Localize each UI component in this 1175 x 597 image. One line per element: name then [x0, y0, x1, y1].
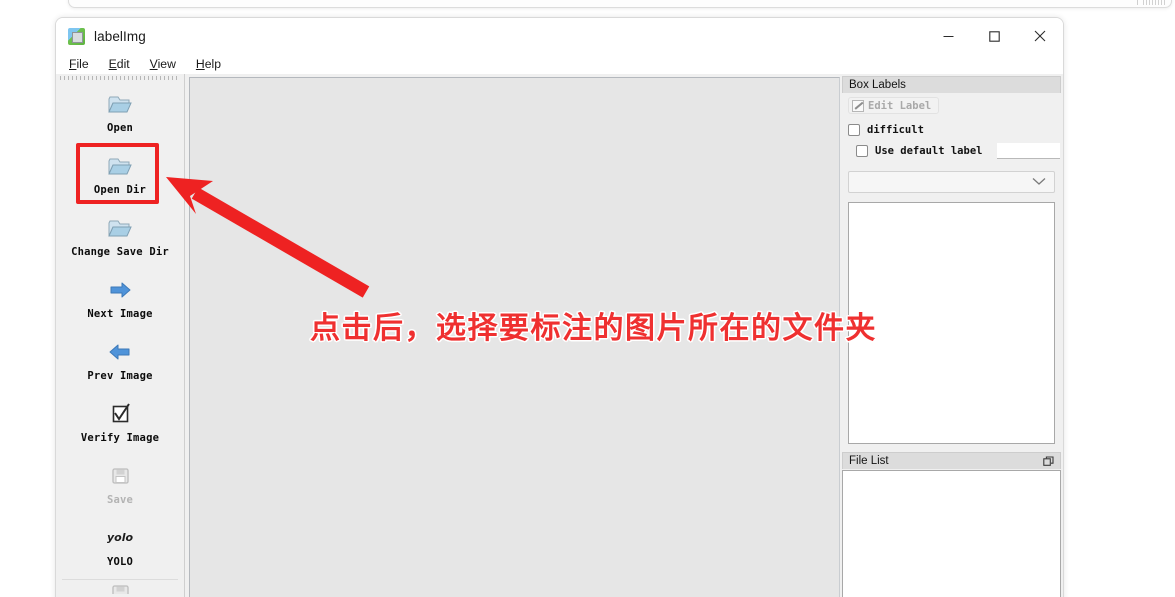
- right-dock: Box Labels Edit Label difficult Use defa…: [840, 74, 1063, 597]
- toolbar-item-change-save-dir[interactable]: Change Save Dir: [56, 205, 184, 267]
- default-label-input[interactable]: [997, 142, 1061, 159]
- toolbar-label-yolo: YOLO: [106, 555, 134, 568]
- menu-help[interactable]: Help: [195, 57, 222, 71]
- background-window-separator: [1137, 0, 1138, 5]
- pencil-icon: [852, 99, 864, 112]
- toolbar-item-partial[interactable]: [56, 580, 184, 597]
- left-toolbar: Open Open Dir Change Save Dir Next Image…: [56, 74, 185, 597]
- floppy-disk-icon: [106, 463, 134, 489]
- box-labels-title-text: Box Labels: [849, 79, 906, 91]
- toolbar-label-open: Open: [106, 121, 134, 134]
- toolbar-label-next-image: Next Image: [87, 307, 153, 320]
- menu-bar: File Edit View Help: [56, 54, 1063, 74]
- file-list-title-text: File List: [849, 454, 889, 467]
- title-bar: labelImg: [56, 18, 1063, 54]
- labelimg-window: labelImg File Edit View Help Open Open D…: [55, 17, 1064, 597]
- floppy-disk-icon: [106, 580, 134, 597]
- image-canvas[interactable]: [189, 77, 840, 597]
- toolbar-item-open[interactable]: Open: [56, 81, 184, 143]
- menu-file[interactable]: File: [68, 57, 90, 71]
- open-folder-icon: [106, 91, 134, 117]
- toolbar-label-change-save-dir: Change Save Dir: [71, 245, 169, 258]
- use-default-label-row[interactable]: Use default label: [856, 142, 1061, 159]
- toolbar-drag-handle[interactable]: [60, 76, 178, 80]
- chevron-down-icon: [1032, 173, 1046, 191]
- background-window-edge: [68, 0, 1172, 8]
- use-default-label-text: Use default label: [875, 144, 983, 157]
- label-combo-box[interactable]: [848, 170, 1055, 193]
- box-labels-panel-body: Edit Label difficult Use default label: [842, 93, 1061, 444]
- background-window-grip: [1143, 0, 1165, 5]
- minimize-icon[interactable]: [925, 18, 971, 54]
- open-folder-icon: [106, 215, 134, 241]
- toolbar-label-save: Save: [106, 493, 134, 506]
- arrow-right-icon: [106, 277, 134, 303]
- label-list[interactable]: [848, 201, 1055, 444]
- canvas-area[interactable]: [185, 74, 840, 597]
- close-icon[interactable]: [1017, 18, 1063, 54]
- maximize-icon[interactable]: [971, 18, 1017, 54]
- toolbar-label-open-dir: Open Dir: [93, 183, 147, 196]
- arrow-left-icon: [106, 339, 134, 365]
- screen: labelImg File Edit View Help Open Open D…: [0, 0, 1175, 597]
- difficult-label: difficult: [867, 123, 924, 136]
- toolbar-item-verify-image[interactable]: Verify Image: [56, 391, 184, 453]
- window-title: labelImg: [94, 28, 146, 44]
- menu-edit[interactable]: Edit: [108, 57, 131, 71]
- undock-icon[interactable]: [1043, 455, 1054, 470]
- file-list[interactable]: [842, 469, 1061, 597]
- toolbar-item-next-image[interactable]: Next Image: [56, 267, 184, 329]
- use-default-label-checkbox[interactable]: [856, 144, 868, 157]
- toolbar-label-verify-image: Verify Image: [80, 431, 160, 444]
- yolo-format-icon: yolo: [106, 530, 134, 544]
- checkbox-checked-icon: [106, 401, 134, 427]
- box-labels-panel-title: Box Labels: [842, 76, 1061, 93]
- app-body: Open Open Dir Change Save Dir Next Image…: [56, 74, 1063, 597]
- window-controls: [925, 18, 1063, 54]
- toolbar-item-save[interactable]: Save: [56, 453, 184, 515]
- toolbar-label-prev-image: Prev Image: [87, 369, 153, 382]
- difficult-checkbox-row[interactable]: difficult: [848, 123, 1055, 136]
- menu-view[interactable]: View: [149, 57, 177, 71]
- toolbar-item-prev-image[interactable]: Prev Image: [56, 329, 184, 391]
- edit-label-button-text: Edit Label: [868, 99, 932, 112]
- open-folder-icon: [106, 153, 134, 179]
- edit-label-button[interactable]: Edit Label: [848, 97, 940, 114]
- difficult-checkbox[interactable]: [848, 123, 860, 136]
- toolbar-item-yolo[interactable]: yolo YOLO: [56, 515, 184, 577]
- file-list-panel-title: File List: [842, 451, 1061, 470]
- labelimg-app-icon: [68, 27, 85, 45]
- toolbar-item-open-dir[interactable]: Open Dir: [56, 143, 184, 205]
